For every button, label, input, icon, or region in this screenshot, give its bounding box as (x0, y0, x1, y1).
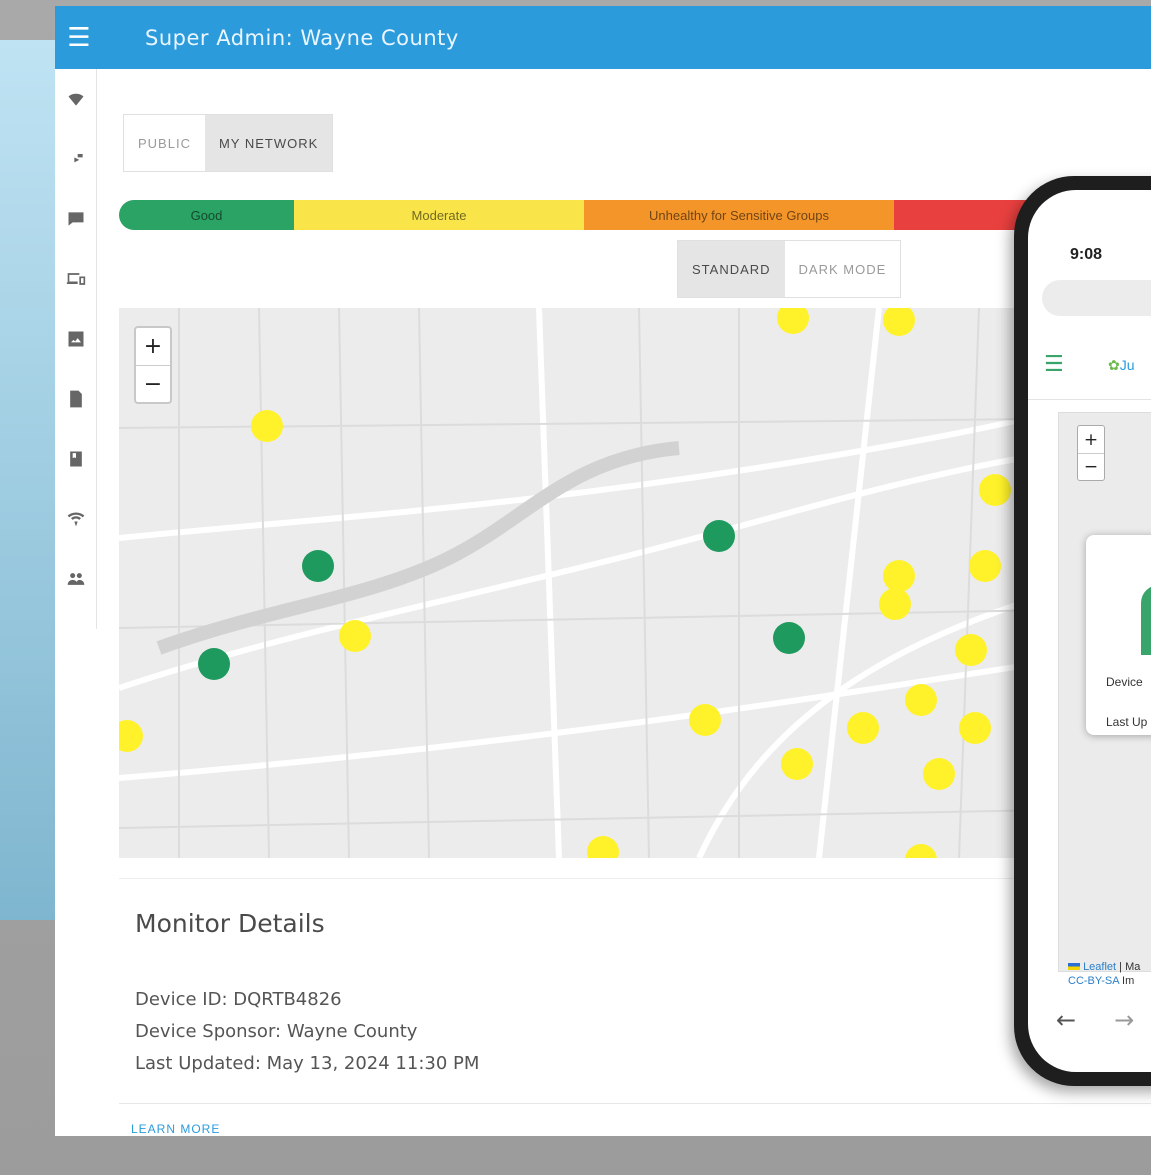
phone-menu-icon[interactable]: ☰ (1044, 352, 1064, 377)
phone-logo: ✿Ju (1108, 357, 1135, 373)
share-icon[interactable] (55, 129, 97, 189)
document-icon[interactable] (55, 369, 97, 429)
sensor-marker-moderate[interactable] (339, 620, 371, 652)
learn-more-link[interactable]: LEARN MORE (131, 1122, 220, 1136)
map[interactable]: + − (119, 308, 1151, 858)
aqi-moderate: Moderate (294, 200, 584, 230)
monitor-details-panel: Monitor Details Device ID: DQRTB4826 Dev… (119, 878, 1151, 1108)
message-icon[interactable] (55, 189, 97, 249)
wifi-icon[interactable] (55, 69, 97, 129)
sensor-marker-good[interactable] (302, 550, 334, 582)
sensor-marker-moderate[interactable] (689, 704, 721, 736)
phone-popup: Device Last Up (1086, 535, 1151, 735)
divider (119, 1103, 1151, 1104)
flag-icon (1068, 963, 1080, 970)
menu-icon[interactable]: ☰ (55, 6, 103, 69)
app-window: ☰ Super Admin: Wayne County PUBLIC MY NE… (55, 6, 1151, 1136)
phone-zoom-out-button[interactable]: − (1078, 453, 1104, 480)
sidebar (55, 69, 97, 629)
sensor-marker-moderate[interactable] (959, 712, 991, 744)
standard-mode-option[interactable]: STANDARD (678, 241, 785, 297)
signal-icon[interactable] (55, 489, 97, 549)
zoom-out-button[interactable]: − (136, 365, 170, 402)
phone-header: ☰ ✿Ju (1028, 330, 1151, 400)
sensor-marker-moderate[interactable] (905, 684, 937, 716)
my-network-option[interactable]: MY NETWORK (204, 115, 333, 171)
phone-time: 9:08 (1070, 246, 1103, 263)
book-icon[interactable] (55, 429, 97, 489)
image-icon[interactable] (55, 309, 97, 369)
sensor-marker-good[interactable] (703, 520, 735, 552)
page-title: Super Admin: Wayne County (145, 25, 459, 50)
phone-nav-bar: ← → (1028, 990, 1151, 1050)
sensor-marker-good[interactable] (773, 622, 805, 654)
phone-zoom-control: + − (1077, 425, 1105, 481)
forward-arrow-icon[interactable]: → (1114, 1006, 1134, 1034)
phone-screen: 9:08 ☰ ✿Ju + − Device Last Up Leaflet | … (1028, 190, 1151, 1072)
sensor-marker-good[interactable] (198, 648, 230, 680)
device-sponsor: Device Sponsor: Wayne County (135, 1021, 418, 1042)
sensor-marker-moderate[interactable] (969, 550, 1001, 582)
aqi-legend-bar: Good Moderate Unhealthy for Sensitive Gr… (119, 200, 1151, 230)
sensor-marker-moderate[interactable] (923, 758, 955, 790)
phone-zoom-in-button[interactable]: + (1078, 426, 1104, 453)
aqi-badge-icon (1141, 585, 1151, 655)
top-bar: ☰ Super Admin: Wayne County (55, 6, 1151, 69)
device-id: Device ID: DQRTB4826 (135, 989, 342, 1010)
phone-popup-device: Device (1106, 675, 1143, 689)
public-option[interactable]: PUBLIC (124, 115, 205, 171)
people-icon[interactable] (55, 549, 97, 609)
aqi-unhealthy-sensitive: Unhealthy for Sensitive Groups (584, 200, 894, 230)
aqi-good: Good (119, 200, 294, 230)
map-streets (119, 308, 1151, 858)
phone-mockup: 9:08 ☰ ✿Ju + − Device Last Up Leaflet | … (1014, 176, 1151, 1086)
phone-url-bar[interactable] (1042, 280, 1151, 316)
zoom-in-button[interactable]: + (136, 328, 170, 365)
map-attribution: Leaflet | Ma CC-BY-SA Im (1068, 961, 1141, 987)
dark-mode-option[interactable]: DARK MODE (785, 241, 901, 297)
leaf-icon: ✿ (1108, 357, 1120, 373)
last-updated: Last Updated: May 13, 2024 11:30 PM (135, 1053, 480, 1074)
network-toggle: PUBLIC MY NETWORK (123, 114, 334, 172)
devices-icon[interactable] (55, 249, 97, 309)
map-zoom-control: + − (134, 326, 172, 404)
sensor-marker-moderate[interactable] (781, 748, 813, 780)
sensor-marker-moderate[interactable] (955, 634, 987, 666)
monitor-details-heading: Monitor Details (135, 909, 325, 938)
sensor-marker-moderate[interactable] (879, 588, 911, 620)
sensor-marker-moderate[interactable] (979, 474, 1011, 506)
back-arrow-icon[interactable]: ← (1056, 1006, 1076, 1034)
sensor-marker-moderate[interactable] (847, 712, 879, 744)
sensor-marker-moderate[interactable] (883, 560, 915, 592)
phone-popup-updated: Last Up (1106, 715, 1148, 729)
license-link[interactable]: CC-BY-SA (1068, 975, 1119, 987)
sensor-marker-moderate[interactable] (251, 410, 283, 442)
leaflet-link[interactable]: Leaflet (1083, 961, 1116, 973)
map-mode-toggle: STANDARD DARK MODE (677, 240, 902, 298)
